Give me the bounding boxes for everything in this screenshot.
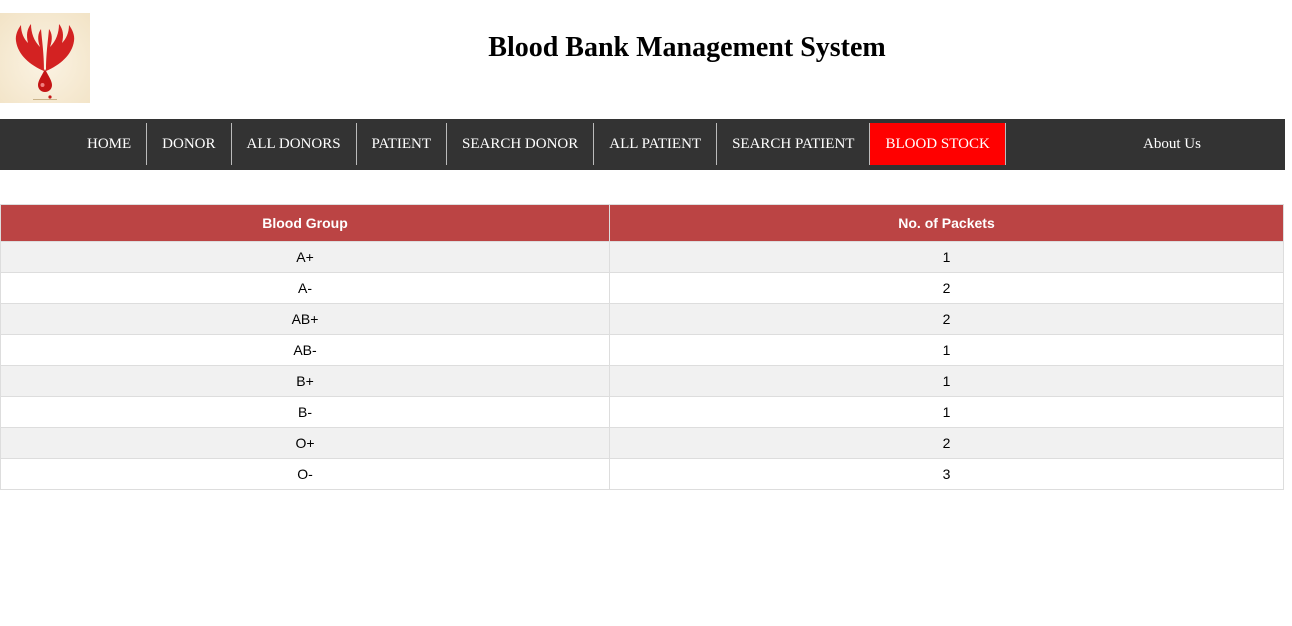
packets-cell: 2 <box>609 272 1284 304</box>
table-row: B+ 1 <box>0 365 1284 397</box>
nav-item-home[interactable]: HOME <box>72 123 148 165</box>
column-header-blood-group: Blood Group <box>0 204 610 242</box>
blood-group-cell: O+ <box>0 427 610 459</box>
packets-cell: 1 <box>609 334 1284 366</box>
column-header-packets: No. of Packets <box>609 204 1284 242</box>
page-title: Blood Bank Management System <box>488 32 886 63</box>
blood-group-cell: A- <box>0 272 610 304</box>
table-row: B- 1 <box>0 396 1284 428</box>
blood-group-cell: B- <box>0 396 610 428</box>
blood-group-cell: AB+ <box>0 303 610 335</box>
table-row: AB- 1 <box>0 334 1284 366</box>
page-header: Blood Bank Management System <box>0 0 1292 119</box>
nav-item-search-patient[interactable]: SEARCH PATIENT <box>717 123 871 165</box>
blood-drop-hands-icon[interactable] <box>0 13 90 103</box>
packets-cell: 1 <box>609 241 1284 273</box>
table-row: A+ 1 <box>0 241 1284 273</box>
blood-group-cell: O- <box>0 458 610 490</box>
blood-stock-table: Blood Group No. of Packets A+ 1 A- 2 AB+… <box>0 204 1284 490</box>
nav-item-blood-stock[interactable]: BLOOD STOCK <box>870 123 1006 165</box>
table-row: O- 3 <box>0 458 1284 490</box>
nav-menu: HOME DONOR ALL DONORS PATIENT SEARCH DON… <box>72 123 1006 165</box>
packets-cell: 1 <box>609 396 1284 428</box>
nav-item-about-us[interactable]: About Us <box>1143 123 1201 165</box>
nav-item-all-donors[interactable]: ALL DONORS <box>232 123 357 165</box>
packets-cell: 1 <box>609 365 1284 397</box>
packets-cell: 2 <box>609 427 1284 459</box>
blood-group-cell: AB- <box>0 334 610 366</box>
blood-group-cell: B+ <box>0 365 610 397</box>
packets-cell: 2 <box>609 303 1284 335</box>
nav-item-all-patient[interactable]: ALL PATIENT <box>594 123 718 165</box>
table-row: O+ 2 <box>0 427 1284 459</box>
blood-group-cell: A+ <box>0 241 610 273</box>
nav-item-patient[interactable]: PATIENT <box>357 123 447 165</box>
table-row: A- 2 <box>0 272 1284 304</box>
packets-cell: 3 <box>609 458 1284 490</box>
nav-item-donor[interactable]: DONOR <box>147 123 232 165</box>
table-row: AB+ 2 <box>0 303 1284 335</box>
logo-graphic <box>15 24 75 100</box>
table-header-row: Blood Group No. of Packets <box>0 204 1284 242</box>
nav-item-search-donor[interactable]: SEARCH DONOR <box>447 123 595 165</box>
main-navbar: HOME DONOR ALL DONORS PATIENT SEARCH DON… <box>0 119 1285 170</box>
